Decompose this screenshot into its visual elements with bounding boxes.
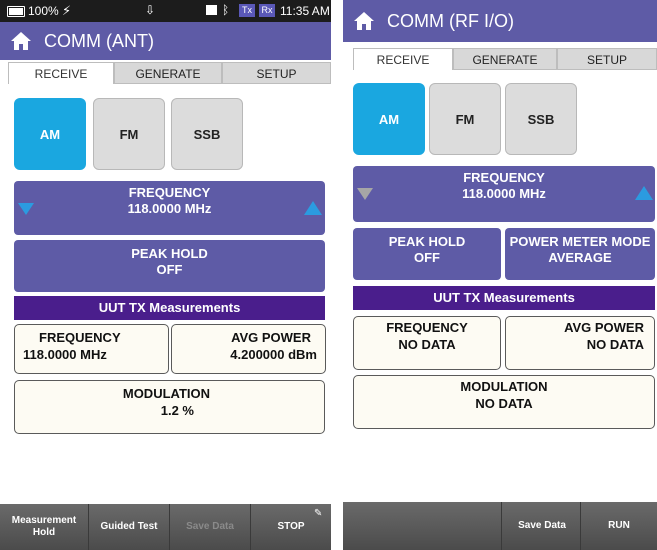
guided-test-button[interactable]: Guided Test [89,504,169,550]
meas-frequency-label: FREQUENCY [39,330,121,345]
left-screen: 100% ⚡ ⇩ ᛒ Tx Rx 11:35 AM COMM (ANT) REC… [0,0,331,550]
power-meter-mode-value: AVERAGE [548,250,612,265]
arrow-down-icon[interactable] [18,203,34,215]
measurement-hold-label-2: Hold [32,527,56,538]
frequency-control[interactable]: FREQUENCY 118.0000 MHz [14,181,325,235]
meas-frequency-value: NO DATA [398,337,456,352]
meas-avg-power-value: NO DATA [586,337,644,352]
arrow-up-icon[interactable] [304,201,322,215]
home-icon[interactable] [10,30,32,52]
peak-hold-value: OFF [414,250,440,265]
frequency-label: FREQUENCY [463,170,545,185]
pin-icon: ✎ [314,508,323,519]
tx-indicator: Tx [239,4,255,17]
right-screen: COMM (RF I/O) RECEIVE GENERATE SETUP AM … [343,0,657,550]
rx-indicator: Rx [259,4,275,17]
peak-hold-button[interactable]: PEAK HOLD OFF [14,240,325,292]
peak-hold-button[interactable]: PEAK HOLD OFF [353,228,501,280]
battery-percent: 100% [28,4,59,18]
meas-avg-power-value: 4.200000 dBm [230,347,317,362]
frequency-value: 118.0000 MHz [462,186,546,201]
tab-setup[interactable]: SETUP [557,48,657,70]
peak-hold-label: PEAK HOLD [131,246,208,261]
tab-setup[interactable]: SETUP [222,62,331,84]
meas-avg-power-label: AVG POWER [231,330,311,345]
measurement-frequency: FREQUENCY 118.0000 MHz [14,324,169,374]
tab-generate[interactable]: GENERATE [114,62,222,84]
tab-generate[interactable]: GENERATE [453,48,557,70]
uut-measurements-header: UUT TX Measurements [14,296,325,320]
tab-bar: RECEIVE GENERATE SETUP [0,62,331,86]
clock: 11:35 AM [280,4,330,18]
arrow-down-icon[interactable] [357,188,373,200]
download-icon: ⇩ [145,3,156,17]
bluetooth-icon: ᛒ [222,3,230,17]
uut-measurements-header: UUT TX Measurements [353,286,655,310]
measurement-avg-power: AVG POWER NO DATA [505,316,655,370]
frequency-label: FREQUENCY [128,185,211,200]
empty-slot [343,502,501,550]
meas-modulation-label: MODULATION [460,379,548,394]
meas-modulation-value: NO DATA [475,396,533,411]
tab-receive[interactable]: RECEIVE [353,48,453,70]
measurement-modulation: MODULATION 1.2 % [14,380,325,434]
meas-frequency-label: FREQUENCY [386,320,468,335]
measurement-hold-label-1: Measurement [11,515,77,526]
measurement-avg-power: AVG POWER 4.200000 dBm [171,324,326,374]
meas-modulation-value: 1.2 % [160,403,194,418]
save-data-button[interactable]: Save Data [170,504,250,550]
frequency-control[interactable]: FREQUENCY 118.0000 MHz [353,166,655,222]
charging-icon: ⚡ [62,3,72,18]
screen-icon [206,5,217,15]
tab-bar: RECEIVE GENERATE SETUP [343,48,657,72]
battery-icon [7,6,25,17]
bottom-bar: Save Data RUN [343,502,657,550]
mode-ssb-button[interactable]: SSB [171,98,243,170]
title-bar: COMM (RF I/O) [343,0,657,42]
frequency-value: 118.0000 MHz [127,201,212,216]
mode-am-button[interactable]: AM [14,98,86,170]
bottom-bar: Measurement Hold Guided Test Save Data ST… [0,504,331,550]
mode-fm-button[interactable]: FM [93,98,165,170]
tab-receive[interactable]: RECEIVE [8,62,114,84]
meas-frequency-value: 118.0000 MHz [23,347,107,362]
run-button[interactable]: RUN [581,502,657,550]
peak-hold-label: PEAK HOLD [388,234,466,249]
home-icon[interactable] [353,10,375,32]
save-data-button[interactable]: Save Data [503,502,581,550]
title-bar: COMM (ANT) [0,22,331,60]
peak-hold-value: OFF [156,262,183,277]
power-meter-mode-label: POWER METER MODE [509,234,651,249]
measurement-frequency: FREQUENCY NO DATA [353,316,501,370]
measurement-hold-button[interactable]: Measurement Hold [0,504,88,550]
arrow-up-icon[interactable] [635,186,653,200]
meas-modulation-label: MODULATION [122,386,210,401]
mode-am-button[interactable]: AM [353,83,425,155]
status-bar: 100% ⚡ ⇩ ᛒ Tx Rx 11:35 AM [0,0,331,22]
measurement-modulation: MODULATION NO DATA [353,375,655,429]
power-meter-mode-button[interactable]: POWER METER MODE AVERAGE [505,228,655,280]
mode-ssb-button[interactable]: SSB [505,83,577,155]
mode-fm-button[interactable]: FM [429,83,501,155]
page-title: COMM (ANT) [44,31,154,51]
page-title: COMM (RF I/O) [387,11,514,31]
meas-avg-power-label: AVG POWER [564,320,644,335]
